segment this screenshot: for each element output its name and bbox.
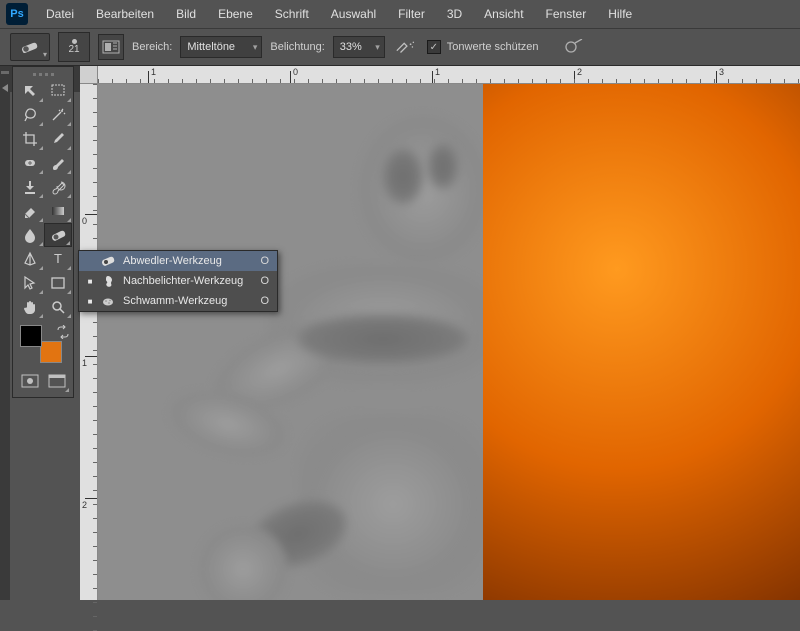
shortcut-key: O [260, 255, 269, 267]
zoom-tool[interactable] [44, 295, 72, 319]
type-tool[interactable]: T [44, 247, 72, 271]
foreground-color-swatch[interactable] [20, 325, 42, 347]
burn-icon [101, 274, 115, 288]
menubar: Ps DateiBearbeitenBildEbeneSchriftAuswah… [0, 0, 800, 28]
toolbox: T [12, 66, 74, 398]
horizontal-ruler[interactable]: 101234 [98, 66, 800, 84]
blur-tool[interactable] [16, 223, 44, 247]
rect-marquee-tool[interactable] [44, 79, 72, 103]
hand-tool[interactable] [16, 295, 44, 319]
lasso-tool[interactable] [16, 103, 44, 127]
protect-tones-option[interactable]: ✓ Tonwerte schützen [427, 40, 539, 54]
shortcut-key: O [260, 275, 269, 287]
range-select[interactable]: Mitteltöne [180, 36, 262, 58]
menu-auswahl[interactable]: Auswahl [321, 3, 386, 25]
gradient-tool[interactable] [44, 199, 72, 223]
quickmask-toggle[interactable] [16, 369, 43, 393]
airbrush-toggle[interactable] [393, 34, 419, 60]
history-brush-tool[interactable] [44, 175, 72, 199]
current-tool-indicator[interactable]: ▾ [10, 33, 50, 61]
dodge-tool[interactable] [44, 223, 72, 247]
stamp-tool[interactable] [16, 175, 44, 199]
menu-hilfe[interactable]: Hilfe [598, 3, 642, 25]
vertical-ruler[interactable]: 012 [80, 84, 98, 600]
exposure-input[interactable]: 33% [333, 36, 385, 58]
brush-tool[interactable] [44, 151, 72, 175]
svg-text:T: T [54, 251, 62, 266]
panel-dock-strip[interactable] [0, 66, 10, 600]
menu-bearbeiten[interactable]: Bearbeiten [86, 3, 164, 25]
brush-preset[interactable]: 21 [58, 32, 90, 62]
toolbox-grip[interactable] [16, 71, 70, 77]
move-tool[interactable] [16, 79, 44, 103]
menu-bild[interactable]: Bild [166, 3, 206, 25]
swap-colors-icon[interactable] [56, 325, 70, 339]
range-label: Bereich: [132, 41, 172, 53]
selected-indicator: ■ [87, 297, 93, 306]
background-color-swatch[interactable] [40, 341, 62, 363]
magic-wand-tool[interactable] [44, 103, 72, 127]
exposure-label: Belichtung: [270, 41, 324, 53]
eyedropper-tool[interactable] [44, 127, 72, 151]
menu-ebene[interactable]: Ebene [208, 3, 263, 25]
document-image: · ❦ · K MEDIA MBH & CO. KG B · ❦ · [98, 84, 800, 600]
menu-schrift[interactable]: Schrift [265, 3, 319, 25]
color-swatches[interactable] [20, 325, 58, 363]
workarea: 101234 012 [80, 66, 800, 600]
flyout-item-dodge[interactable]: Abwedler-WerkzeugO [79, 251, 277, 271]
menu-filter[interactable]: Filter [388, 3, 435, 25]
crop-tool[interactable] [16, 127, 44, 151]
shape-tool[interactable] [44, 271, 72, 295]
menu-datei[interactable]: Datei [36, 3, 84, 25]
flyout-item-burn[interactable]: ■Nachbelichter-WerkzeugO [79, 271, 277, 291]
dodge-icon [101, 254, 115, 268]
brush-size-value: 21 [68, 44, 79, 55]
shortcut-key: O [260, 295, 269, 307]
ruler-origin[interactable] [80, 66, 98, 84]
healing-tool[interactable] [16, 151, 44, 175]
tool-flyout: Abwedler-WerkzeugO■Nachbelichter-Werkzeu… [78, 250, 278, 312]
path-select-tool[interactable] [16, 271, 44, 295]
menu-ansicht[interactable]: Ansicht [474, 3, 533, 25]
selected-indicator: ■ [87, 277, 93, 286]
eraser-tool[interactable] [16, 199, 44, 223]
protect-checkbox[interactable]: ✓ [427, 40, 441, 54]
menu-fenster[interactable]: Fenster [536, 3, 597, 25]
pen-tool[interactable] [16, 247, 44, 271]
screenmode-toggle[interactable] [43, 369, 70, 393]
app-logo: Ps [6, 3, 28, 25]
pressure-toggle[interactable] [561, 34, 587, 60]
flyout-item-sponge[interactable]: ■Schwamm-WerkzeugO [79, 291, 277, 311]
menu-3d[interactable]: 3D [437, 3, 472, 25]
sponge-icon [101, 294, 115, 308]
option-bar: ▾ 21 Bereich: Mitteltöne Belichtung: 33%… [0, 28, 800, 66]
brush-panel-toggle[interactable] [98, 34, 124, 60]
canvas[interactable]: · ❦ · K MEDIA MBH & CO. KG B · ❦ · [98, 84, 800, 600]
